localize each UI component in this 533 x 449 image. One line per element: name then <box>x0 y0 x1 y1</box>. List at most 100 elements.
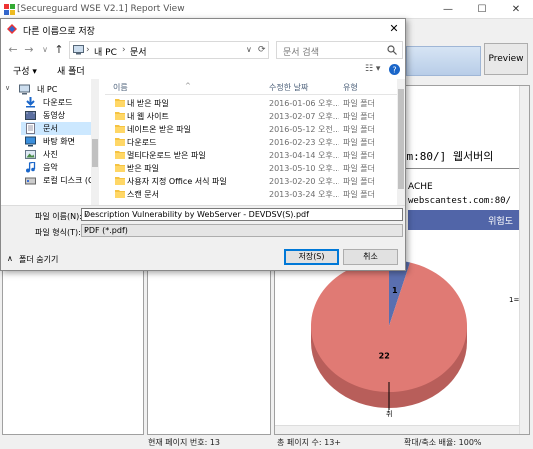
organize-menu[interactable]: 구성 ▾ <box>13 64 37 77</box>
breadcrumb-separator: › <box>122 45 126 55</box>
horizontal-scrollbar[interactable] <box>275 425 519 434</box>
column-header-type[interactable]: 유형 <box>343 82 358 93</box>
tree-item-videos[interactable]: 동영상 <box>21 109 99 122</box>
pc-icon <box>19 84 30 95</box>
tree-item-local-disk[interactable]: 로컬 디스크 (C:) <box>21 174 99 187</box>
search-box[interactable]: 문서 검색 <box>276 41 403 59</box>
file-name: 사용자 지정 Office 서식 파일 <box>127 177 227 186</box>
save-button[interactable]: 저장(S) <box>284 249 339 265</box>
address-box[interactable]: › 내 PC › 문서 ∨ ⟳ <box>69 41 269 59</box>
chevron-down-icon[interactable]: ∨ <box>84 226 400 234</box>
filetype-label: 파일 형식(T): <box>35 228 81 237</box>
total-pages-status: 총 페이지 수: 13+ <box>277 438 342 447</box>
current-page-status: 현재 페이지 번호: 13 <box>148 438 221 447</box>
file-date: 2016-02-23 오후... <box>269 138 339 147</box>
file-name: 네이트온 받은 파일 <box>127 125 191 134</box>
filename-field[interactable]: Description Vulnerability by WebServer -… <box>81 208 403 221</box>
file-row[interactable]: 내 웹 사이트 2013-02-07 오후... 파일 폴더 <box>105 110 397 122</box>
file-date: 2013-04-14 오후... <box>269 151 339 160</box>
file-list-scrollbar[interactable] <box>397 79 405 205</box>
music-icon <box>25 161 36 173</box>
chevron-down-icon[interactable]: ∨ <box>84 210 400 218</box>
picture-icon <box>25 149 36 160</box>
tree-item-music[interactable]: 음악 <box>21 161 99 174</box>
preview-button[interactable]: Preview <box>484 43 528 75</box>
scrollbar-thumb[interactable] <box>92 139 98 167</box>
command-bar: 구성 ▾ 새 폴더 ☷ ▾ ? <box>1 61 405 79</box>
recent-locations-button[interactable]: ∨ <box>39 43 51 57</box>
column-header-date[interactable]: 수정한 날짜 <box>269 82 308 93</box>
title-bar: [Secureguard WSE V2.1] Report View — ☐ ✕ <box>0 0 533 19</box>
app-logo-icon <box>7 24 17 34</box>
tree-item-label: 동영상 <box>43 111 66 120</box>
cancel-button[interactable]: 취소 <box>343 249 398 265</box>
tree-item-label: 문서 <box>43 124 58 133</box>
tree-item-downloads[interactable]: 다운로드 <box>21 96 99 109</box>
file-list-header: 이름 ^ 수정한 날짜 유형 <box>105 79 405 95</box>
file-name: 스캔 문서 <box>127 190 159 199</box>
file-type: 파일 폴더 <box>343 99 375 108</box>
tree-scrollbar[interactable] <box>91 79 99 205</box>
folder-icon <box>115 176 125 185</box>
file-row[interactable]: 받은 파일 2013-05-10 오후... 파일 폴더 <box>105 162 397 174</box>
pie-chart: 1 22 <box>311 260 468 410</box>
desktop-icon <box>25 136 36 147</box>
file-row[interactable]: 멀티다운로드 받은 파일 2013-04-14 오후... 파일 폴더 <box>105 149 397 161</box>
breadcrumb-separator: › <box>86 45 90 55</box>
file-date: 2013-02-07 오후... <box>269 112 339 121</box>
forward-button[interactable]: → <box>23 43 35 57</box>
file-row[interactable]: 스캔 문서 2013-03-24 오후... 파일 폴더 <box>105 188 397 200</box>
chevron-down-icon[interactable]: ∨ <box>5 84 10 92</box>
refresh-icon[interactable]: ⟳ <box>258 45 266 55</box>
maximize-button[interactable]: ☐ <box>465 0 499 19</box>
minimize-button[interactable]: — <box>431 0 465 19</box>
new-folder-button[interactable]: 새 폴더 <box>57 64 85 77</box>
report-cache-text: ACHE <box>408 182 433 192</box>
up-button[interactable]: ↑ <box>53 43 65 57</box>
close-button[interactable]: ✕ <box>499 0 533 19</box>
back-button[interactable]: ← <box>7 43 19 57</box>
view-options-icon[interactable]: ☷ ▾ <box>365 64 380 74</box>
file-type: 파일 폴더 <box>343 190 375 199</box>
file-row[interactable]: 다운로드 2016-02-23 오후... 파일 폴더 <box>105 136 397 148</box>
hide-folders-toggle[interactable]: 폴더 숨기기 <box>19 254 58 265</box>
file-date: 2013-02-20 오후... <box>269 177 339 186</box>
filetype-select[interactable]: PDF (*.pdf) ∨ <box>81 224 403 237</box>
pie-data-label: 1 <box>392 286 398 295</box>
chevron-up-icon[interactable]: ∧ <box>7 254 13 263</box>
tree-item-pictures[interactable]: 사진 <box>21 148 99 161</box>
help-icon[interactable]: ? <box>389 64 400 75</box>
address-bar-row: ← → ∨ ↑ › 내 PC › 문서 ∨ ⟳ 문서 검색 <box>1 39 405 61</box>
vertical-scrollbar[interactable] <box>519 86 529 434</box>
breadcrumb-item-pc[interactable]: 내 PC <box>94 45 117 58</box>
svg-text:?: ? <box>392 66 396 75</box>
column-header-name[interactable]: 이름 <box>113 82 128 93</box>
folder-icon <box>115 150 125 159</box>
dialog-title-bar: 다른 이름으로 저장 ✕ <box>1 19 405 39</box>
video-icon <box>25 110 36 121</box>
tree-item-my-pc[interactable]: ∨ 내 PC <box>5 83 99 96</box>
header-cell-risk: 위험도 <box>488 217 513 227</box>
save-as-dialog: 다른 이름으로 저장 ✕ ← → ∨ ↑ › 내 PC › 문서 ∨ ⟳ 문서 … <box>0 18 406 271</box>
file-type: 파일 폴더 <box>343 151 375 160</box>
folder-icon <box>115 124 125 133</box>
folder-icon <box>115 111 125 120</box>
chevron-down-icon[interactable]: ∨ <box>246 45 252 54</box>
breadcrumb-item-documents[interactable]: 문서 <box>130 45 147 58</box>
tree-item-label: 바탕 화면 <box>43 137 75 146</box>
dialog-close-button[interactable]: ✕ <box>387 22 401 36</box>
pie-data-label: 22 <box>379 351 390 360</box>
tree-item-documents[interactable]: 문서 <box>21 122 91 135</box>
scrollbar-thumb[interactable] <box>398 89 404 189</box>
file-name: 받은 파일 <box>127 164 159 173</box>
file-row[interactable]: 사용자 지정 Office 서식 파일 2013-02-20 오후... 파일 폴더 <box>105 175 397 187</box>
file-name: 다운로드 <box>127 138 157 147</box>
folder-icon <box>115 189 125 198</box>
disk-icon <box>25 175 36 186</box>
file-name: 내 받은 파일 <box>127 99 169 108</box>
search-input[interactable]: 문서 검색 <box>283 45 319 58</box>
file-row[interactable]: 네이트온 받은 파일 2016-05-12 오전... 파일 폴더 <box>105 123 397 135</box>
tree-item-label: 다운로드 <box>43 98 73 107</box>
file-row[interactable]: 내 받은 파일 2016-01-06 오후... 파일 폴더 <box>105 97 397 109</box>
tree-item-desktop[interactable]: 바탕 화면 <box>21 135 99 148</box>
